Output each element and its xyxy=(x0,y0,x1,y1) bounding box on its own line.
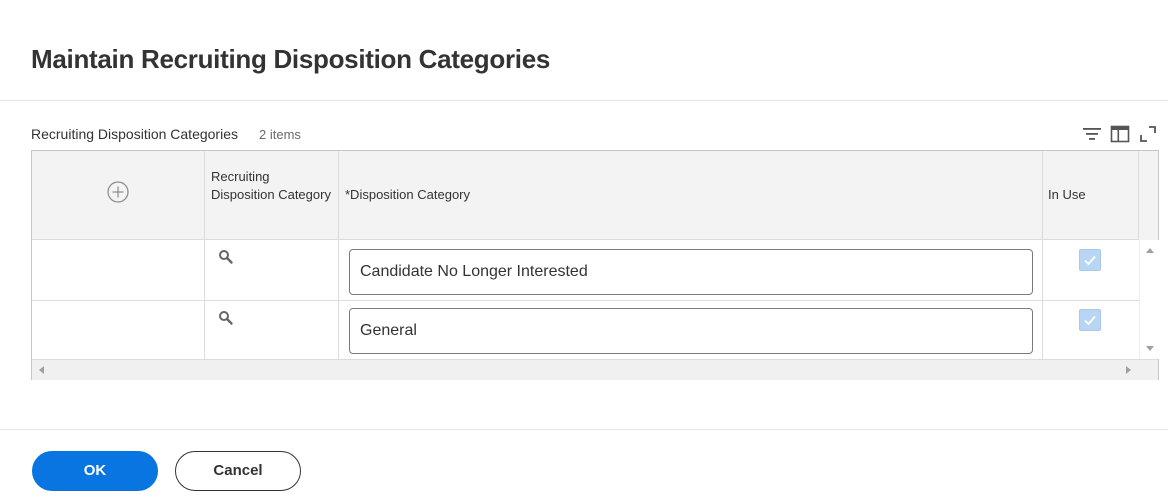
vertical-scrollbar[interactable] xyxy=(1139,240,1159,359)
scroll-left-icon[interactable] xyxy=(39,366,44,374)
scroll-right-icon[interactable] xyxy=(1126,366,1131,374)
scroll-up-icon[interactable] xyxy=(1146,248,1154,253)
search-icon[interactable] xyxy=(218,249,234,265)
filter-icon[interactable] xyxy=(1082,124,1102,144)
cancel-button[interactable]: Cancel xyxy=(175,451,301,491)
column-header-recruiting-disposition-category[interactable]: Recruiting Disposition Category xyxy=(211,168,331,204)
table-row: General xyxy=(32,301,1139,359)
ok-button[interactable]: OK xyxy=(32,451,158,491)
in-use-checkbox xyxy=(1079,249,1101,271)
grid-header-spacer xyxy=(1139,151,1158,240)
table-row: Candidate No Longer Interested xyxy=(32,240,1139,300)
footer-divider xyxy=(0,429,1168,430)
grid-title: Recruiting Disposition Categories xyxy=(31,126,238,142)
column-header-in-use[interactable]: In Use xyxy=(1048,186,1128,204)
grid-item-count: 2 items xyxy=(259,127,301,142)
expand-icon[interactable] xyxy=(1138,124,1158,144)
disposition-category-input[interactable]: Candidate No Longer Interested xyxy=(349,249,1033,295)
page-title: Maintain Recruiting Disposition Categori… xyxy=(31,44,551,74)
columns-icon[interactable] xyxy=(1110,124,1130,144)
disposition-category-input[interactable]: General xyxy=(349,308,1033,354)
scroll-down-icon[interactable] xyxy=(1146,346,1154,351)
in-use-checkbox xyxy=(1079,309,1101,331)
column-header-disposition-category[interactable]: *Disposition Category xyxy=(345,186,745,204)
horizontal-scrollbar[interactable] xyxy=(32,359,1158,380)
search-icon[interactable] xyxy=(218,310,234,326)
header-divider xyxy=(0,100,1168,101)
disposition-grid: Recruiting Disposition Category *Disposi… xyxy=(31,150,1159,380)
column-divider xyxy=(1138,151,1139,240)
add-row-icon[interactable] xyxy=(107,181,129,203)
